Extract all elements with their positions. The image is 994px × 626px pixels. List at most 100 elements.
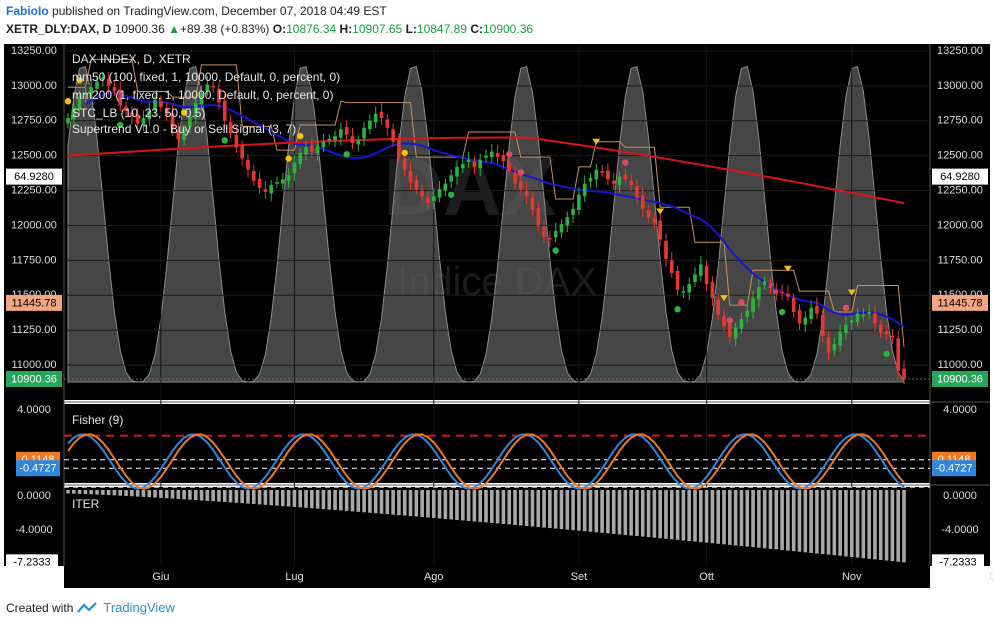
- candle-body: [449, 175, 453, 182]
- candle-body: [704, 265, 709, 285]
- left-price-tick: 12250.00: [11, 184, 57, 196]
- legend-stc: STC_LB (10, 23, 50, 0.5): [72, 106, 205, 120]
- iter-bar: [704, 490, 709, 543]
- tradingview-brand[interactable]: TradingView: [103, 600, 175, 615]
- iter-bar: [594, 490, 599, 533]
- price-marker-right: 64.9280: [940, 171, 980, 183]
- iter-bar: [513, 490, 517, 525]
- iter-bar: [77, 490, 82, 494]
- iter-tick-right: 0.0000: [943, 490, 977, 502]
- candle-body: [437, 189, 442, 198]
- candle-body: [716, 299, 721, 315]
- iter-bar: [478, 490, 482, 522]
- iter-bar: [728, 490, 732, 545]
- iter-bar: [350, 490, 355, 512]
- left-price-tick: 11000.00: [11, 359, 56, 371]
- candle-body: [333, 136, 337, 141]
- iter-bar: [693, 490, 697, 542]
- iter-bar: [449, 490, 453, 520]
- signal-dot: [738, 299, 745, 306]
- signal-dot: [622, 159, 629, 166]
- iter-bar: [867, 490, 871, 559]
- iter-bar: [135, 490, 140, 497]
- iter-bar: [751, 490, 755, 548]
- candle-body: [553, 231, 558, 238]
- time-label: Set: [571, 571, 588, 583]
- iter-bar: [762, 490, 767, 549]
- left-price-tick: 13250.00: [11, 45, 57, 57]
- candle-body: [379, 111, 384, 118]
- iter-bar: [275, 490, 279, 506]
- iter-bar: [240, 490, 244, 504]
- candle-body: [768, 282, 773, 289]
- signal-dot: [285, 155, 292, 162]
- iter-bar: [164, 490, 169, 499]
- iter-tick-left: 0.0000: [17, 490, 51, 502]
- candle-body: [269, 185, 273, 194]
- candle-body: [873, 313, 877, 324]
- candle-body: [774, 289, 779, 294]
- iter-bar: [617, 490, 622, 535]
- candle-body: [890, 335, 895, 338]
- iter-bar: [664, 490, 668, 539]
- iter-bar: [83, 490, 88, 495]
- candle-body: [629, 180, 633, 186]
- tradingview-logo-icon: [77, 601, 98, 613]
- iter-bar: [571, 490, 575, 531]
- iter-bar: [652, 490, 657, 538]
- iter-bar: [344, 490, 349, 511]
- iter-bar: [228, 490, 233, 503]
- iter-bar: [281, 490, 285, 507]
- iter-bar: [646, 490, 651, 538]
- time-label: Ott: [699, 571, 714, 583]
- right-price-tick: 11750.00: [937, 254, 982, 266]
- candle-body: [594, 169, 599, 180]
- iter-bar: [101, 490, 105, 495]
- chart-canvas[interactable]: DAX Indice DAX 13250.0013250.0013000.001…: [0, 0, 994, 596]
- candle-body: [466, 159, 471, 162]
- candle-body: [739, 319, 744, 329]
- candle-body: [559, 224, 564, 233]
- time-label: Nov: [842, 571, 862, 583]
- signal-dot: [726, 317, 734, 324]
- candle-body: [507, 162, 512, 172]
- iter-bar: [402, 490, 407, 516]
- right-price-tick: 11250.00: [937, 324, 982, 336]
- signal-dot: [343, 151, 350, 158]
- iter-bar: [542, 490, 546, 528]
- candle-body: [699, 264, 703, 276]
- fisher-tick-left: 4.0000: [17, 404, 51, 416]
- candle-body: [298, 152, 303, 165]
- candle-body: [426, 197, 430, 204]
- price-marker-right: 11445.78: [937, 297, 982, 309]
- iter-bar: [182, 490, 186, 500]
- iter-bar: [716, 490, 721, 544]
- signal-dot: [221, 137, 228, 144]
- left-price-tick: 12750.00: [11, 115, 57, 127]
- iter-bar: [217, 490, 221, 502]
- iter-bar: [339, 490, 343, 511]
- candle-body: [582, 183, 587, 197]
- candle-body: [408, 171, 413, 183]
- candle-body: [844, 324, 848, 333]
- right-price-tick: 12750.00: [937, 115, 983, 127]
- iter-bar: [553, 490, 558, 529]
- iter-bar: [774, 490, 779, 550]
- candle-body: [321, 141, 326, 148]
- iter-bar: [72, 490, 76, 494]
- candle-body: [536, 208, 541, 226]
- iter-bar: [530, 490, 535, 527]
- iter-bar: [188, 490, 192, 500]
- iter-bar: [263, 490, 268, 505]
- iter-bar: [739, 490, 744, 547]
- iter-bar: [809, 490, 813, 553]
- candle-body: [687, 284, 691, 293]
- fisher-tick-right: 4.0000: [943, 404, 977, 416]
- iter-bar: [431, 490, 436, 518]
- time-label: Ago: [424, 571, 444, 583]
- legend-title: DAX INDEX, D, XETR: [72, 52, 191, 66]
- candle-body: [815, 305, 819, 314]
- iter-bar: [95, 490, 99, 495]
- candle-body: [240, 145, 244, 159]
- iter-bar: [844, 490, 848, 557]
